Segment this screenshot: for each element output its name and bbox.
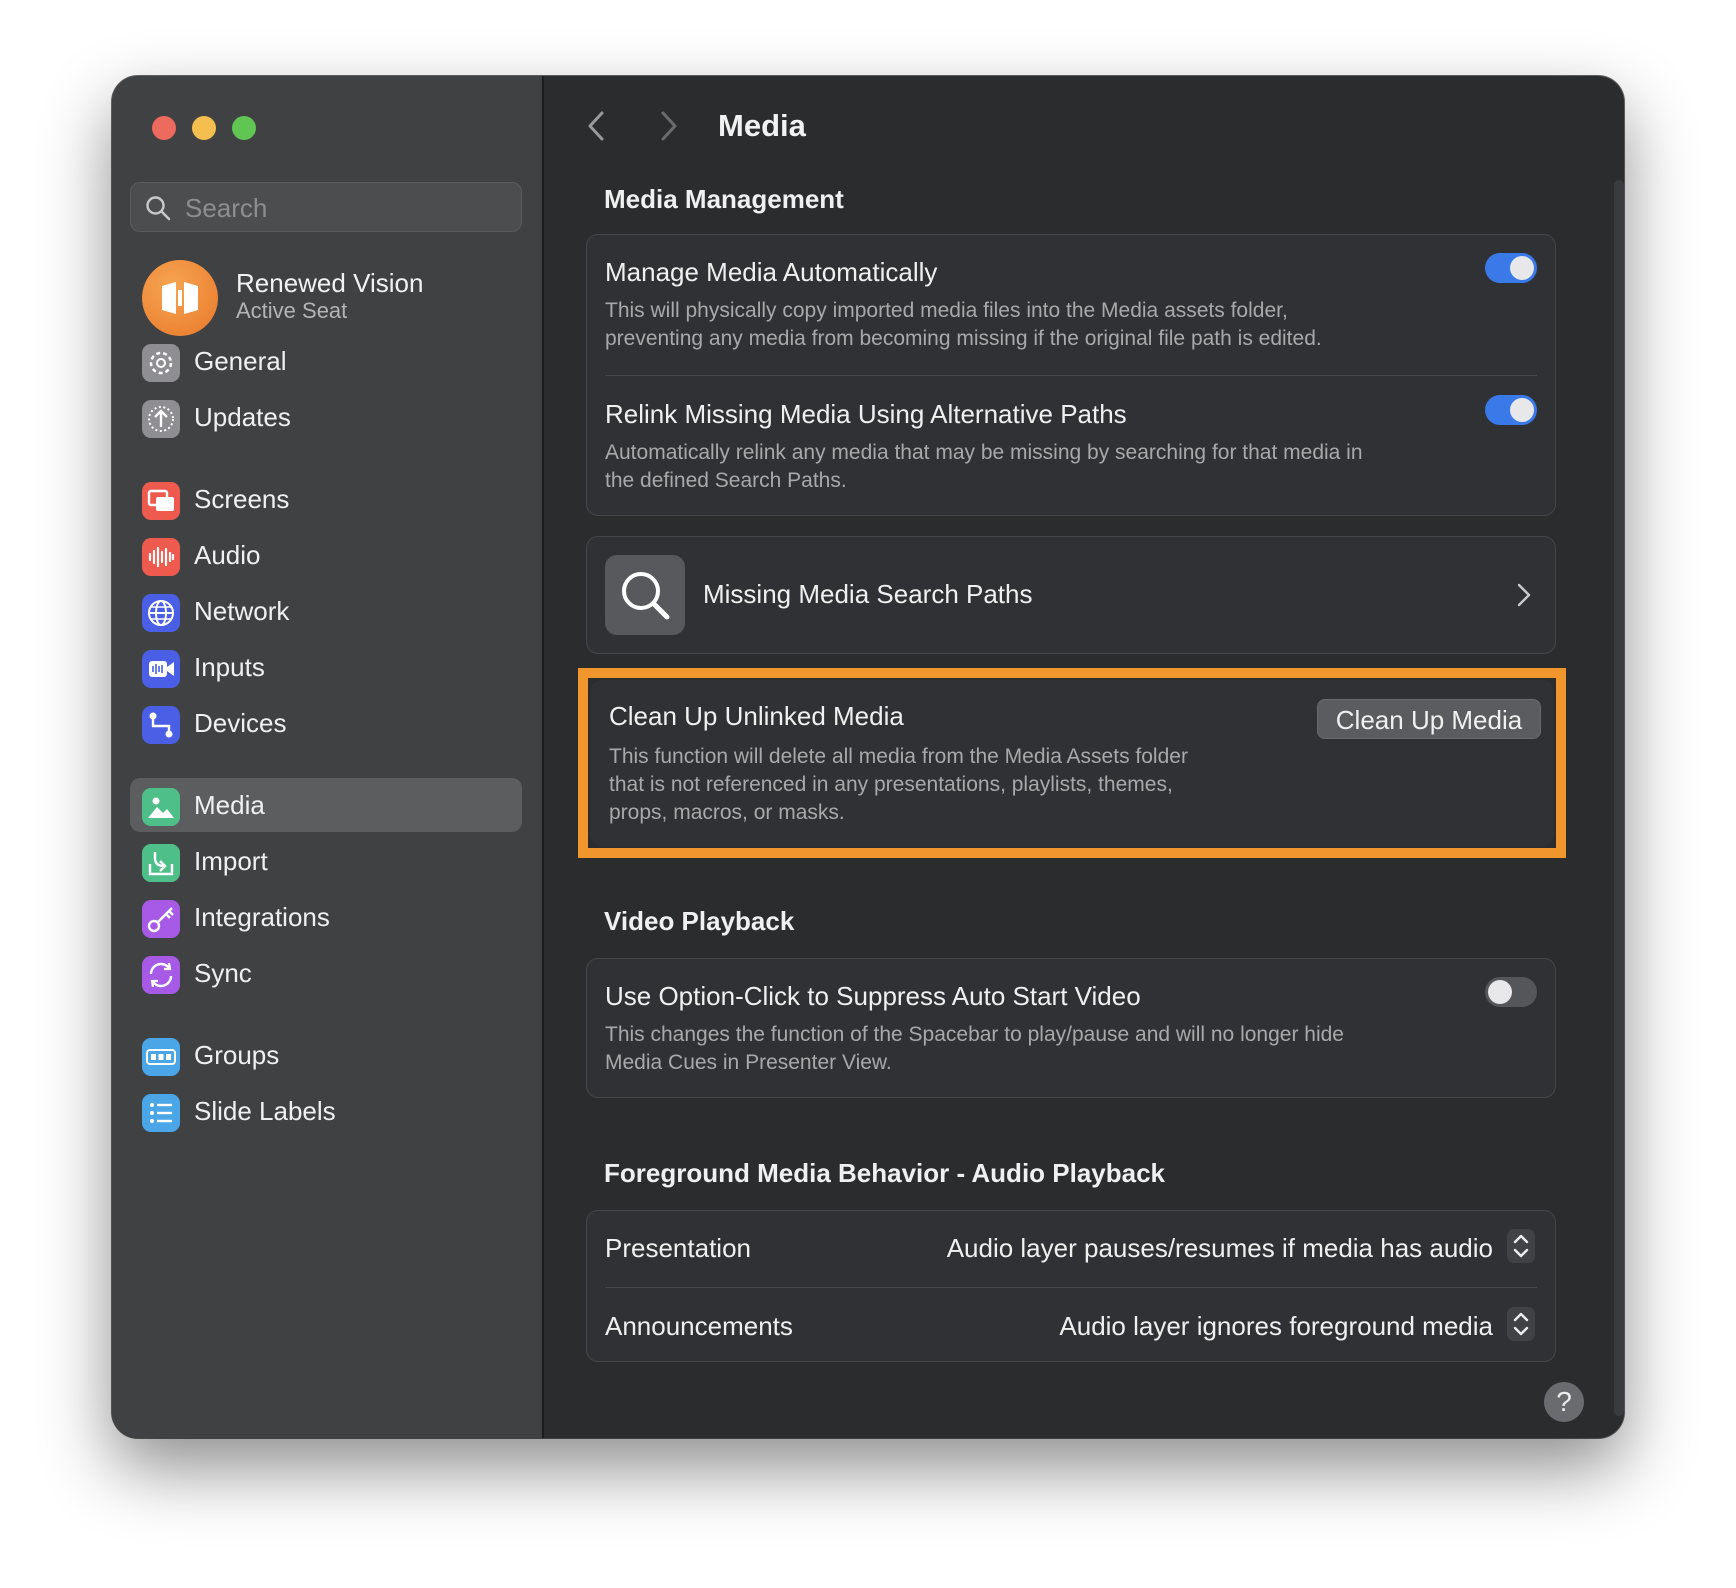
- sidebar-item-label: Groups: [194, 1040, 280, 1070]
- scrollbar[interactable]: [1614, 180, 1624, 1416]
- presentation-label: Presentation: [605, 1233, 751, 1263]
- sidebar-item-label: General: [194, 346, 287, 376]
- relink-desc-2: the defined Search Paths.: [605, 469, 847, 492]
- sidebar-item-media[interactable]: Media: [130, 778, 522, 832]
- option-click-title: Use Option-Click to Suppress Auto Start …: [605, 981, 1141, 1011]
- sidebar-item-audio[interactable]: Audio: [130, 528, 522, 582]
- section-title-video-playback: Video Playback: [604, 906, 795, 936]
- avatar: [142, 260, 218, 336]
- forward-arrow-icon[interactable]: [658, 110, 680, 142]
- page-title: Media: [718, 108, 806, 143]
- chevron-updown-icon[interactable]: [1507, 1307, 1535, 1341]
- search-paths-row[interactable]: Missing Media Search Paths: [586, 536, 1556, 654]
- screens-icon: [142, 482, 180, 520]
- settings-window: Renewed Vision Active Seat General Updat…: [112, 76, 1624, 1438]
- clean-up-title: Clean Up Unlinked Media: [609, 701, 904, 731]
- option-click-desc-2: Media Cues in Presenter View.: [605, 1051, 892, 1074]
- clean-up-desc-3: props, macros, or masks.: [609, 801, 845, 824]
- account-name: Renewed Vision: [236, 268, 424, 298]
- video-playback-card: Use Option-Click to Suppress Auto Start …: [586, 958, 1556, 1098]
- sidebar-item-label: Media: [194, 790, 265, 820]
- media-management-card: Manage Media Automatically This will phy…: [586, 234, 1556, 516]
- main-pane: Media Media Management Manage Media Auto…: [544, 76, 1624, 1438]
- clean-up-desc-1: This function will delete all media from…: [609, 745, 1188, 768]
- option-click-toggle[interactable]: [1485, 977, 1537, 1007]
- manage-media-title: Manage Media Automatically: [605, 257, 938, 287]
- clean-up-desc-2: that is not referenced in any presentati…: [609, 773, 1173, 796]
- relink-desc-1: Automatically relink any media that may …: [605, 441, 1363, 464]
- chevron-updown-icon[interactable]: [1507, 1229, 1535, 1263]
- sidebar-item-label: Sync: [194, 958, 252, 988]
- sidebar-item-label: Inputs: [194, 652, 265, 682]
- presentation-popup[interactable]: Audio layer pauses/resumes if media has …: [947, 1233, 1493, 1264]
- sidebar-item-screens[interactable]: Screens: [130, 472, 522, 526]
- photo-icon: [142, 788, 180, 826]
- sidebar-item-updates[interactable]: Updates: [130, 390, 522, 444]
- sidebar-item-label: Slide Labels: [194, 1096, 336, 1126]
- renewed-vision-logo-icon: [162, 282, 198, 314]
- account-item[interactable]: Renewed Vision Active Seat: [142, 260, 522, 340]
- announcements-popup[interactable]: Audio layer ignores foreground media: [1059, 1311, 1493, 1342]
- divider: [605, 1287, 1537, 1288]
- sidebar-item-label: Integrations: [194, 902, 330, 932]
- sidebar-item-import[interactable]: Import: [130, 834, 522, 888]
- relink-title: Relink Missing Media Using Alternative P…: [605, 399, 1127, 429]
- section-title-foreground-audio: Foreground Media Behavior - Audio Playba…: [604, 1158, 1166, 1188]
- relink-toggle[interactable]: [1485, 395, 1537, 425]
- search-field[interactable]: [130, 182, 522, 233]
- account-subtitle: Active Seat: [236, 298, 348, 323]
- chevron-right-icon: [1517, 583, 1531, 607]
- sidebar-item-label: Updates: [194, 402, 291, 432]
- sidebar-item-slide-labels[interactable]: Slide Labels: [130, 1084, 522, 1138]
- manage-media-desc-1: This will physically copy imported media…: [605, 299, 1288, 322]
- sidebar: Renewed Vision Active Seat General Updat…: [112, 76, 544, 1438]
- sidebar-item-inputs[interactable]: Inputs: [130, 640, 522, 694]
- waveform-icon: [142, 538, 180, 576]
- manage-media-toggle[interactable]: [1485, 253, 1537, 283]
- sidebar-item-label: Network: [194, 596, 290, 626]
- search-input[interactable]: [183, 183, 507, 233]
- section-title-media-management: Media Management: [604, 184, 844, 214]
- help-button[interactable]: ?: [1544, 1382, 1584, 1422]
- list-icon: [142, 1094, 180, 1132]
- option-click-desc-1: This changes the function of the Spaceba…: [605, 1023, 1344, 1046]
- sidebar-item-label: Import: [194, 846, 268, 876]
- groups-icon: [142, 1038, 180, 1076]
- sidebar-item-general[interactable]: General: [130, 334, 522, 388]
- search-paths-icon: [605, 555, 685, 635]
- sidebar-item-label: Devices: [194, 708, 287, 738]
- sidebar-item-network[interactable]: Network: [130, 584, 522, 638]
- search-paths-title: Missing Media Search Paths: [703, 579, 1033, 609]
- foreground-audio-card: Presentation Audio layer pauses/resumes …: [586, 1210, 1556, 1362]
- close-window-button[interactable]: [152, 116, 176, 140]
- clean-up-media-button[interactable]: Clean Up Media: [1317, 699, 1541, 739]
- devices-icon: [142, 706, 180, 744]
- sync-icon: [142, 956, 180, 994]
- clean-up-card: Clean Up Unlinked Media Clean Up Media T…: [590, 680, 1554, 846]
- sidebar-item-groups[interactable]: Groups: [130, 1028, 522, 1082]
- video-input-icon: [142, 650, 180, 688]
- minimize-window-button[interactable]: [192, 116, 216, 140]
- manage-media-desc-2: preventing any media from becoming missi…: [605, 327, 1322, 350]
- key-icon: [142, 900, 180, 938]
- globe-icon: [142, 594, 180, 632]
- sidebar-item-label: Screens: [194, 484, 290, 514]
- sidebar-item-devices[interactable]: Devices: [130, 696, 522, 750]
- back-arrow-icon[interactable]: [586, 110, 608, 142]
- sidebar-item-label: Audio: [194, 540, 261, 570]
- search-icon: [146, 196, 171, 221]
- upload-arrow-icon: [142, 400, 180, 438]
- divider: [605, 375, 1537, 376]
- zoom-window-button[interactable]: [232, 116, 256, 140]
- announcements-label: Announcements: [605, 1311, 793, 1341]
- gear-icon: [142, 344, 180, 382]
- sidebar-item-sync[interactable]: Sync: [130, 946, 522, 1000]
- sidebar-item-integrations[interactable]: Integrations: [130, 890, 522, 944]
- import-icon: [142, 844, 180, 882]
